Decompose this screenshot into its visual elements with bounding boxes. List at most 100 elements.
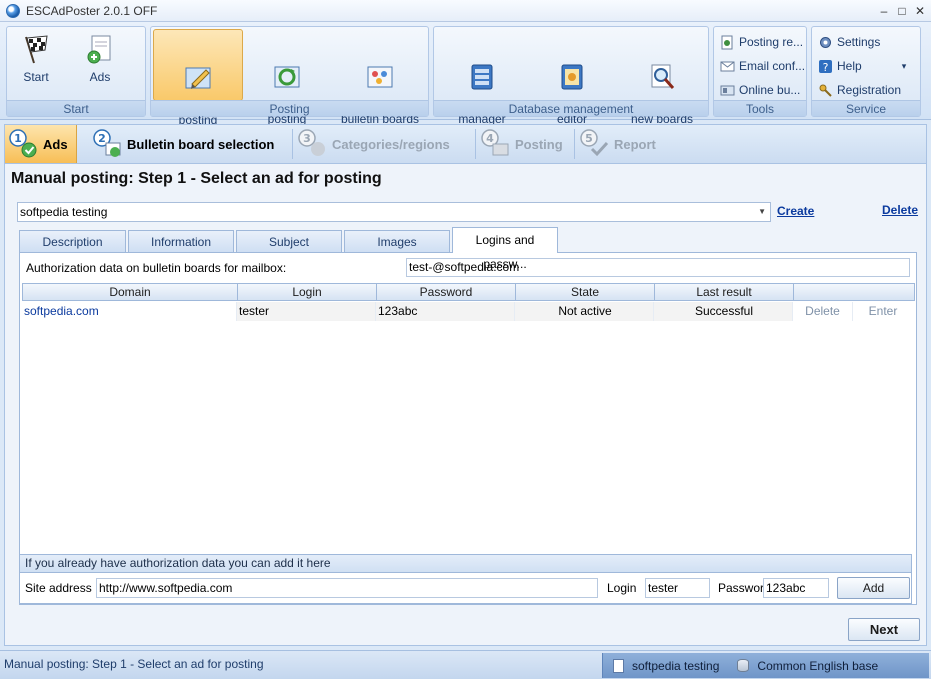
- ad-select[interactable]: softpedia testing ▼: [17, 202, 771, 222]
- database-manager-button[interactable]: Database manager: [440, 29, 524, 126]
- ribbon-group-caption-tools: Tools: [714, 100, 806, 116]
- posting-report-button[interactable]: Posting re...: [720, 31, 806, 53]
- close-button[interactable]: ✕: [912, 3, 928, 19]
- online-boards-label: Online bu...: [739, 83, 801, 97]
- database-editor-button[interactable]: Database editor: [530, 29, 614, 126]
- svg-text:2: 2: [98, 132, 106, 145]
- ribbon-group-caption-start: Start: [7, 100, 145, 116]
- popular-boards-button[interactable]: Popular bulletin boards: [333, 29, 427, 126]
- status-bar: Manual posting: Step 1 - Select an ad fo…: [0, 650, 931, 679]
- database-editor-icon: [556, 47, 588, 90]
- step-categories-regions-label: Categories/regions: [332, 136, 450, 152]
- column-login[interactable]: Login: [238, 284, 377, 300]
- settings-icon: [818, 35, 833, 50]
- step-report-label: Report: [614, 136, 656, 152]
- registration-button[interactable]: Registration: [818, 79, 918, 101]
- cell-password: 123abc: [376, 302, 515, 321]
- step-bulletin-board-selection-label: Bulletin board selection: [127, 136, 275, 152]
- document-icon: [613, 658, 624, 673]
- status-base-name: Common English base: [757, 658, 879, 673]
- ads-label: Ads: [89, 70, 111, 84]
- next-button[interactable]: Next: [848, 618, 920, 641]
- start-button[interactable]: Start: [11, 29, 61, 101]
- step-ads[interactable]: 1 Ads: [5, 125, 77, 163]
- login-label: Login: [607, 581, 637, 595]
- row-delete-link[interactable]: Delete: [793, 302, 853, 321]
- step-2-icon: 2: [93, 129, 123, 159]
- step-report: 5 Report: [576, 125, 672, 163]
- password-input[interactable]: 123abc: [763, 578, 829, 598]
- step-categories-regions: 3 Categories/regions: [294, 125, 474, 163]
- add-authorization-box: If you already have authorization data y…: [19, 554, 912, 604]
- maximize-button[interactable]: □: [894, 3, 910, 19]
- cell-state: Not active: [515, 302, 654, 321]
- settings-label: Settings: [837, 35, 881, 49]
- svg-text:?: ?: [823, 61, 829, 74]
- status-ad-name: softpedia testing: [632, 658, 720, 673]
- manual-posting-button[interactable]: Manual posting: [153, 29, 243, 127]
- site-address-label: Site address: [25, 581, 92, 595]
- window-title: ESCAdPoster 2.0.1 OFF: [26, 3, 158, 18]
- step-separator: [475, 129, 476, 159]
- ribbon-group-caption-database: Database management: [434, 100, 708, 116]
- table-row[interactable]: softpedia.com tester 123abc Not active S…: [22, 302, 915, 321]
- ad-select-value: softpedia testing: [20, 205, 108, 219]
- delete-link[interactable]: Delete: [882, 203, 918, 217]
- minimize-button[interactable]: –: [876, 3, 892, 19]
- posting-report-icon: [720, 35, 735, 50]
- column-state[interactable]: State: [516, 284, 655, 300]
- database-manager-icon: [466, 47, 498, 90]
- tab-logins-passwords[interactable]: Logins and passw...: [452, 227, 558, 271]
- step-4-icon: 4: [481, 129, 511, 159]
- svg-text:1: 1: [14, 132, 22, 145]
- auth-label: Authorization data on bulletin boards fo…: [26, 261, 287, 275]
- step-posting-label: Posting: [515, 136, 563, 152]
- posting-report-label: Posting re...: [739, 35, 804, 49]
- search-new-boards-button[interactable]: Search for new boards: [620, 29, 704, 126]
- new-ad-icon: [84, 33, 116, 65]
- registration-label: Registration: [837, 83, 902, 97]
- step-bar: 1 Ads 2 Bulletin board selection 3 Categ…: [4, 124, 927, 164]
- ribbon-group-start: Start Ads Start: [6, 26, 146, 117]
- step-3-icon: 3: [298, 129, 328, 159]
- popular-boards-icon: [364, 47, 396, 88]
- main-panel: Manual posting: Step 1 - Select an ad fo…: [4, 164, 927, 646]
- step-1-icon: 1: [9, 129, 39, 159]
- column-last-result[interactable]: Last result: [655, 284, 794, 300]
- tab-description[interactable]: Description: [19, 230, 126, 252]
- tab-information[interactable]: Information: [128, 230, 234, 252]
- online-boards-button[interactable]: Online bu...: [720, 79, 806, 101]
- ribbon-group-database: Database manager Database editor Search …: [433, 26, 709, 126]
- email-config-button[interactable]: Email conf...: [720, 55, 806, 77]
- logins-grid-header: Domain Login Password State Last result: [22, 283, 915, 301]
- online-boards-icon: [720, 83, 735, 98]
- auth-email-field[interactable]: test-@softpedia.com: [406, 258, 910, 277]
- column-password[interactable]: Password: [377, 284, 516, 300]
- tab-subject[interactable]: Subject: [236, 230, 342, 252]
- chevron-down-icon: ▼: [758, 207, 766, 216]
- status-text: Manual posting: Step 1 - Select an ad fo…: [4, 657, 264, 671]
- step-separator: [292, 129, 293, 159]
- svg-text:5: 5: [585, 132, 593, 145]
- status-info-panel: softpedia testing Common English base: [602, 653, 929, 678]
- column-actions: [794, 284, 914, 300]
- settings-button[interactable]: Settings: [818, 31, 918, 53]
- search-boards-icon: [646, 47, 678, 89]
- automatic-posting-button[interactable]: Automatic posting: [247, 29, 327, 126]
- help-dropdown-icon[interactable]: ▾: [902, 61, 907, 72]
- ads-button[interactable]: Ads: [75, 29, 125, 101]
- ribbon-group-tools: Posting re... Email conf... Online bu...…: [713, 26, 807, 117]
- step-bulletin-board-selection[interactable]: 2 Bulletin board selection: [89, 125, 289, 163]
- login-input[interactable]: tester: [645, 578, 710, 598]
- help-button[interactable]: ? Help ▾: [818, 55, 918, 77]
- site-address-input[interactable]: http://www.softpedia.com: [96, 578, 598, 598]
- step-posting: 4 Posting: [477, 125, 573, 163]
- create-link[interactable]: Create: [777, 204, 814, 218]
- tab-images[interactable]: Images: [344, 230, 450, 252]
- svg-text:3: 3: [303, 132, 311, 145]
- row-enter-link[interactable]: Enter: [853, 302, 913, 321]
- column-domain[interactable]: Domain: [23, 284, 238, 300]
- app-icon: [6, 3, 20, 18]
- add-button[interactable]: Add: [837, 577, 910, 599]
- email-config-label: Email conf...: [739, 59, 806, 73]
